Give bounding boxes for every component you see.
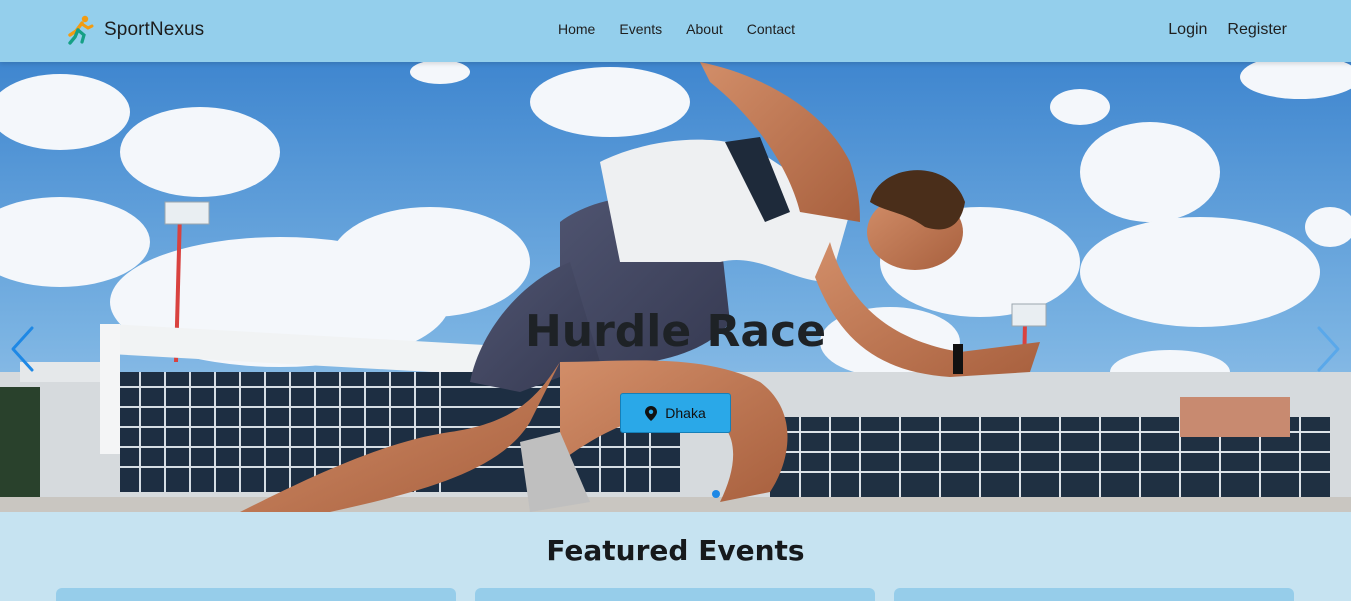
carousel-next-button[interactable] — [1313, 324, 1343, 374]
main-nav: Home Events About Contact — [558, 21, 819, 37]
register-link[interactable]: Register — [1227, 21, 1287, 39]
carousel-prev-button[interactable] — [8, 324, 38, 374]
event-card[interactable] — [894, 588, 1294, 601]
nav-link-home[interactable]: Home — [558, 21, 595, 37]
nav-link-about[interactable]: About — [686, 21, 723, 37]
hero-title: Hurdle Race — [524, 306, 827, 357]
hero-image — [0, 62, 1351, 512]
location-button[interactable]: Dhaka — [620, 393, 731, 433]
hero-carousel: Hurdle Race Dhaka — [0, 62, 1351, 512]
login-link[interactable]: Login — [1168, 21, 1207, 39]
nav-link-contact[interactable]: Contact — [747, 21, 795, 37]
navbar: SportNexus Home Events About Contact Log… — [0, 0, 1351, 62]
chevron-right-icon — [1317, 326, 1340, 372]
chevron-left-icon — [11, 326, 34, 372]
event-card[interactable] — [475, 588, 875, 601]
auth-links: Login Register — [1148, 21, 1287, 39]
event-card[interactable] — [56, 588, 456, 601]
brand[interactable]: SportNexus — [66, 14, 204, 46]
brand-name: SportNexus — [104, 19, 205, 40]
map-pin-icon — [645, 405, 658, 421]
nav-link-events[interactable]: Events — [619, 21, 662, 37]
featured-events-heading: Featured Events — [546, 534, 805, 567]
carousel-indicator-1[interactable] — [712, 490, 720, 498]
location-label: Dhaka — [665, 405, 706, 421]
runner-logo-icon — [68, 15, 94, 45]
